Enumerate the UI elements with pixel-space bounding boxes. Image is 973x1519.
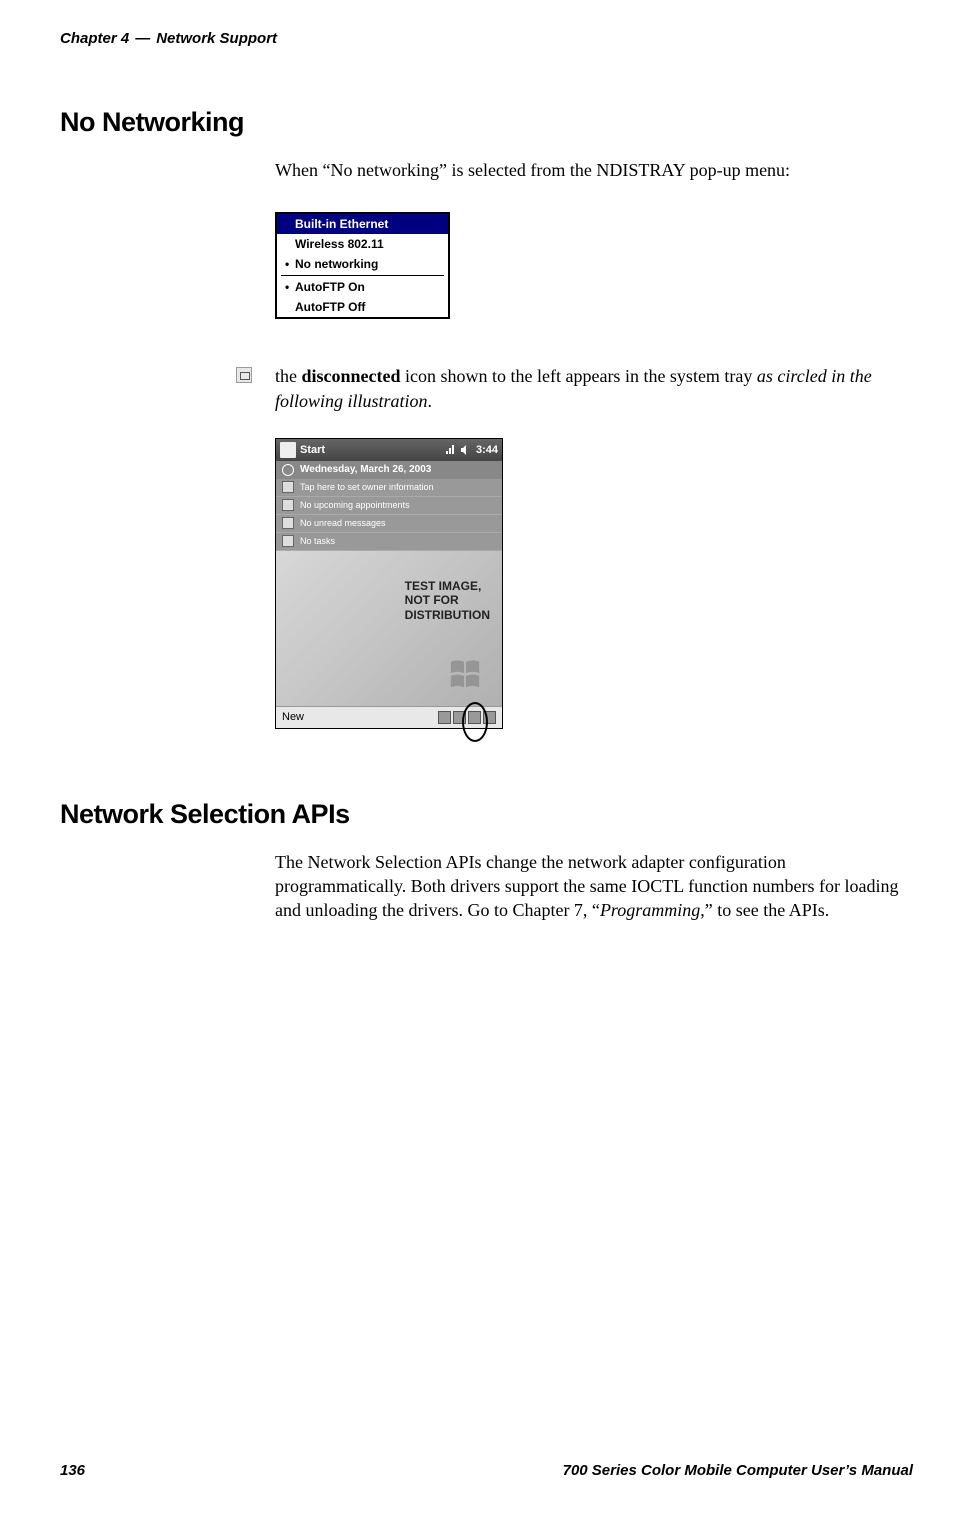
calendar-icon [282,499,294,511]
apis-text-italic: Programming [600,900,700,920]
windows-flag-icon [280,442,296,458]
topbar-right: 3:44 [444,444,498,456]
text-bold-disconnected: disconnected [302,366,401,386]
page-footer: 136 700 Series Color Mobile Computer Use… [60,1462,913,1479]
ndistray-menu: Built-in Ethernet Wireless 802.11 • No n… [275,212,450,319]
menu-item-ethernet[interactable]: Built-in Ethernet [277,214,448,234]
device-body: TEST IMAGE, NOT FOR DISTRIBUTION [276,551,502,706]
chapter-number: Chapter 4 [60,30,129,47]
chapter-title: Network Support [156,30,277,47]
device-date-row: Wednesday, March 26, 2003 [276,461,502,479]
text-end: . [428,391,433,411]
apis-paragraph: The Network Selection APIs change the ne… [275,850,913,923]
owner-icon [282,481,294,493]
menu-bullet-dot: • [285,280,295,294]
date-text: Wednesday, March 26, 2003 [300,464,431,475]
clock-icon [282,464,294,476]
test-image-label: TEST IMAGE, NOT FOR DISTRIBUTION [405,579,490,622]
new-button[interactable]: New [282,711,304,723]
menu-label: AutoFTP On [295,280,365,294]
menu-divider [281,275,444,276]
device-row-tasks[interactable]: No tasks [276,533,502,551]
row-text: No unread messages [300,518,386,528]
time-label: 3:44 [476,444,498,456]
menu-label: Wireless 802.11 [295,237,384,251]
disconnected-icon [236,367,252,383]
device-bottombar: New [276,706,502,728]
tray-icon-disconnected[interactable] [483,711,496,724]
device-screenshot: Start 3:44 Wednesday, March 26, 2003 Tap… [275,438,503,729]
row-text: No tasks [300,536,335,546]
device-row-appointments[interactable]: No upcoming appointments [276,497,502,515]
device-row-owner[interactable]: Tap here to set owner information [276,479,502,497]
disconnected-icon-paragraph: the disconnected icon shown to the left … [236,364,883,413]
menu-item-autoftp-off[interactable]: AutoFTP Off [277,297,448,317]
test-line-1: TEST IMAGE, [405,579,490,593]
page-number: 136 [60,1462,85,1479]
page-header: Chapter 4 — Network Support [60,30,913,47]
envelope-icon [282,517,294,529]
test-line-3: DISTRIBUTION [405,608,490,622]
menu-item-autoftp-on[interactable]: • AutoFTP On [277,277,448,297]
intro-paragraph: When “No networking” is selected from th… [275,158,913,182]
text-mid: icon shown to the left appears in the sy… [401,366,757,386]
disconnected-text: the disconnected icon shown to the left … [275,364,883,413]
checkbox-icon [282,535,294,547]
menu-label: AutoFTP Off [295,300,365,314]
device-row-messages[interactable]: No unread messages [276,515,502,533]
section-heading-no-networking: No Networking [60,107,913,138]
speaker-icon [460,444,472,456]
manual-title: 700 Series Color Mobile Computer User’s … [563,1462,913,1479]
system-tray [438,711,496,724]
row-text: No upcoming appointments [300,500,410,510]
device-topbar: Start 3:44 [276,439,502,461]
tray-icon-1[interactable] [438,711,451,724]
menu-bullet-dot: • [285,257,295,271]
menu-label: No networking [295,257,378,271]
header-dash: — [135,30,150,47]
tray-icon-2[interactable] [453,711,466,724]
text-pre: the [275,366,302,386]
tray-icon-3[interactable] [468,711,481,724]
signal-icon [444,444,456,456]
apis-text-2: ,” to see the APIs. [700,900,829,920]
start-label[interactable]: Start [300,444,325,456]
windows-logo-icon [446,658,484,692]
menu-item-no-networking[interactable]: • No networking [277,254,448,274]
row-text: Tap here to set owner information [300,482,434,492]
section-heading-network-apis: Network Selection APIs [60,799,913,830]
menu-label: Built-in Ethernet [295,217,388,231]
test-line-2: NOT FOR [405,593,490,607]
menu-item-wireless[interactable]: Wireless 802.11 [277,234,448,254]
